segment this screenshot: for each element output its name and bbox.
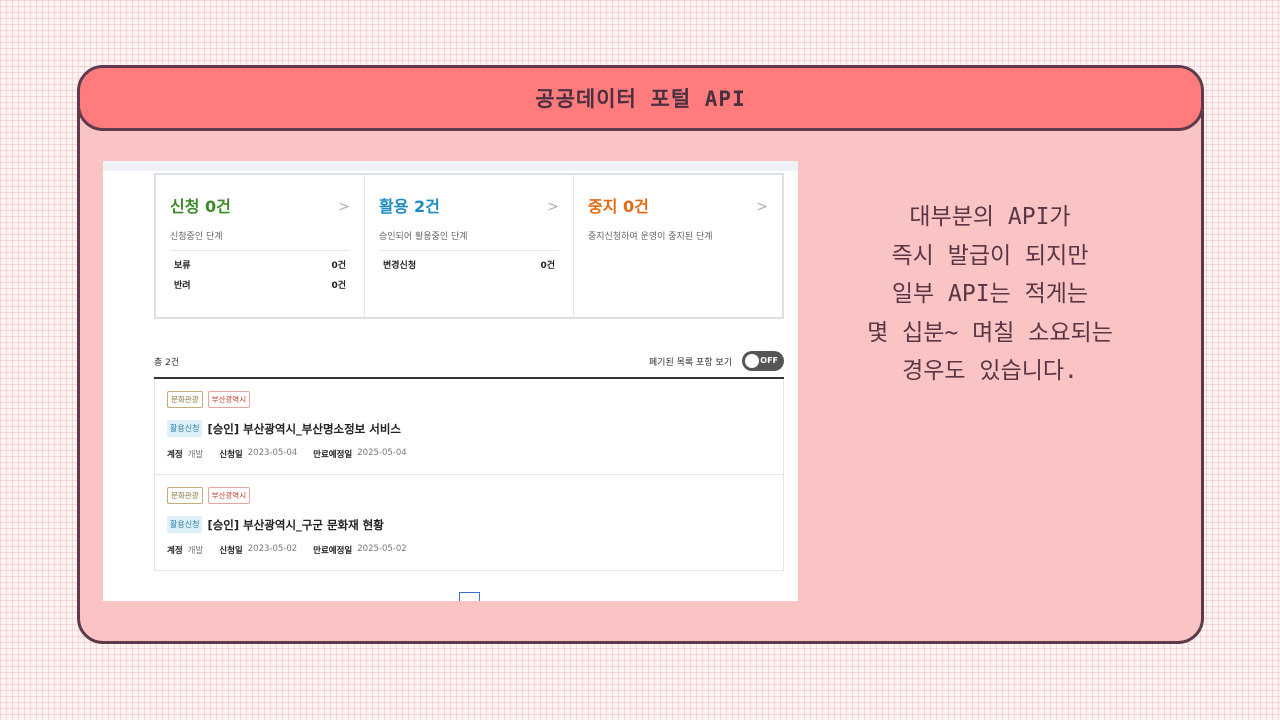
summary-use-title: 활용 2건	[379, 197, 440, 216]
category-tag: 문화관광	[167, 487, 203, 504]
total-count: 총 2건	[154, 357, 180, 368]
meta-key: 만료예정일	[313, 450, 353, 460]
toggle-label: 폐기된 목록 포함 보기	[648, 357, 732, 368]
status-summary: 신청 0건 > 신청중인 단계 보류 0건 반려 0건 활용 2건 > 승인되어…	[154, 173, 784, 319]
description-line: 즉시 발급이 되지만	[891, 242, 1089, 269]
category-tag: 문화관광	[167, 391, 203, 408]
slide-card: 공공데이터 포털 API 신청 0건 > 신청중인 단계 보류 0건 반려 0건…	[77, 65, 1204, 644]
summary-use[interactable]: 활용 2건 > 승인되어 활용중인 단계 변경신청 0건	[365, 175, 574, 317]
row-value: 0건	[331, 281, 346, 291]
pagination-button[interactable]	[459, 592, 480, 601]
chevron-right-icon: >	[338, 199, 350, 215]
meta-value: 2023-05-04	[247, 448, 298, 458]
discarded-toggle-group: 폐기된 목록 포함 보기 OFF	[649, 351, 784, 371]
meta-value: 개발	[187, 450, 204, 460]
summary-row: 변경신청 0건	[379, 258, 559, 271]
item-title-row: 활용신청 [승인] 부산광역시_구군 문화재 현황	[167, 516, 771, 533]
meta-key: 신청일	[219, 450, 243, 460]
meta-value: 2025-05-02	[357, 544, 407, 554]
region-tag: 부산광역시	[207, 391, 251, 408]
toggle-knob	[745, 354, 759, 368]
chevron-right-icon: >	[756, 199, 768, 215]
region-tag: 부산광역시	[207, 487, 251, 504]
meta-key: 계정	[167, 546, 183, 556]
screenshot-topbar	[103, 161, 798, 171]
status-badge: 활용신청	[167, 420, 203, 437]
list-item[interactable]: 문화관광 부산광역시 활용신청 [승인] 부산광역시_구군 문화재 현황 계정 …	[154, 475, 784, 571]
description-line: 몇 십분~ 며칠 소요되는	[867, 319, 1113, 346]
meta-key: 계정	[167, 450, 183, 460]
item-meta: 계정 개발 신청일 2023-05-02 만료예정일 2025-05-02	[167, 544, 771, 556]
summary-use-desc: 승인되어 활용중인 단계	[379, 229, 559, 251]
summary-apply[interactable]: 신청 0건 > 신청중인 단계 보류 0건 반려 0건	[156, 175, 365, 317]
summary-apply-title: 신청 0건	[170, 197, 231, 216]
description-line: 일부 API는 적게는	[891, 281, 1089, 307]
summary-apply-desc: 신청중인 단계	[170, 229, 350, 251]
meta-key: 신청일	[219, 546, 243, 556]
meta-value: 2023-05-02	[247, 544, 298, 554]
list-toolbar: 총 2건 폐기된 목록 포함 보기 OFF	[154, 351, 784, 379]
row-value: 0건	[540, 261, 555, 271]
list-item[interactable]: 문화관광 부산광역시 활용신청 [승인] 부산광역시_부산명소정보 서비스 계정…	[154, 379, 784, 475]
chevron-right-icon: >	[547, 199, 559, 215]
discarded-toggle[interactable]: OFF	[742, 351, 784, 371]
api-portal-screenshot: 신청 0건 > 신청중인 단계 보류 0건 반려 0건 활용 2건 > 승인되어…	[103, 161, 798, 601]
meta-value: 2025-05-04	[357, 448, 407, 458]
meta-key: 만료예정일	[313, 546, 353, 556]
item-meta: 계정 개발 신청일 2023-05-04 만료예정일 2025-05-04	[167, 448, 771, 460]
item-title-link[interactable]: [승인] 부산광역시_부산명소정보 서비스	[207, 421, 401, 437]
tag-group: 문화관광 부산광역시	[167, 487, 771, 504]
item-title-row: 활용신청 [승인] 부산광역시_부산명소정보 서비스	[167, 420, 771, 437]
row-label: 반려	[174, 281, 191, 291]
toggle-state: OFF	[760, 356, 778, 365]
summary-stop-desc: 중지신청하여 운영이 중지된 단계	[588, 232, 713, 242]
slide-description: 대부분의 API가 즉시 발급이 되지만 일부 API는 적게는 몇 십분~ 며…	[820, 198, 1160, 391]
meta-value: 개발	[187, 546, 204, 556]
summary-row: 보류 0건	[170, 258, 350, 271]
row-value: 0건	[331, 261, 346, 271]
status-badge: 활용신청	[167, 516, 203, 533]
summary-stop[interactable]: 중지 0건 > 중지신청하여 운영이 중지된 단계	[574, 175, 782, 317]
summary-row: 반려 0건	[170, 278, 350, 291]
slide-title: 공공데이터 포털 API	[535, 87, 746, 111]
description-line: 대부분의 API가	[909, 204, 1071, 230]
slide-header: 공공데이터 포털 API	[80, 68, 1201, 131]
item-title-link[interactable]: [승인] 부산광역시_구군 문화재 현황	[207, 517, 383, 533]
summary-stop-title: 중지 0건	[588, 197, 649, 216]
tag-group: 문화관광 부산광역시	[167, 391, 771, 408]
row-label: 보류	[174, 261, 191, 271]
row-label: 변경신청	[383, 261, 417, 271]
description-line: 경우도 있습니다.	[902, 358, 1078, 384]
